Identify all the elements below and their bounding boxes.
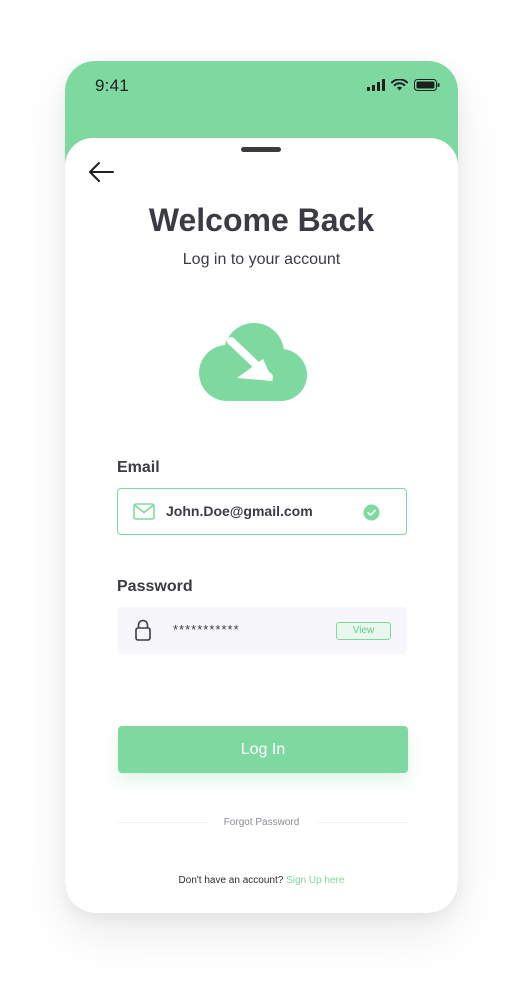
login-sheet: Welcome Back Log in to your account Emai… [65, 138, 458, 913]
arrow-left-icon[interactable] [87, 160, 115, 184]
email-field[interactable]: John.Doe@gmail.com [117, 488, 407, 535]
status-bar: 9:41 [65, 61, 458, 111]
wifi-icon [391, 79, 408, 91]
view-password-button[interactable]: View [336, 622, 391, 640]
phone-frame: 9:41 Welcome Back Log in to your account… [65, 61, 458, 913]
mail-icon [133, 503, 155, 520]
battery-icon [414, 79, 440, 91]
signup-link[interactable]: Sign Up here [286, 875, 344, 886]
status-icons [367, 79, 440, 91]
page-title: Welcome Back [148, 202, 375, 238]
status-time: 9:41 [95, 76, 129, 95]
check-circle-icon [363, 504, 380, 521]
password-label: Password [117, 578, 193, 595]
signal-icon [367, 79, 385, 91]
signup-prompt: Don't have an account? Sign Up here [65, 875, 458, 886]
password-value: *********** [173, 622, 240, 637]
email-label: Email [117, 459, 160, 476]
lock-icon [135, 619, 151, 641]
email-value: John.Doe@gmail.com [166, 503, 313, 519]
page-subtitle: Log in to your account [182, 251, 341, 268]
login-button[interactable]: Log In [118, 726, 408, 773]
divider-right [317, 822, 407, 823]
signup-prompt-text: Don't have an account? [178, 875, 284, 886]
cloud-download-logo [199, 323, 307, 401]
password-field[interactable]: *********** View [117, 607, 407, 654]
sheet-handle[interactable] [241, 147, 281, 152]
